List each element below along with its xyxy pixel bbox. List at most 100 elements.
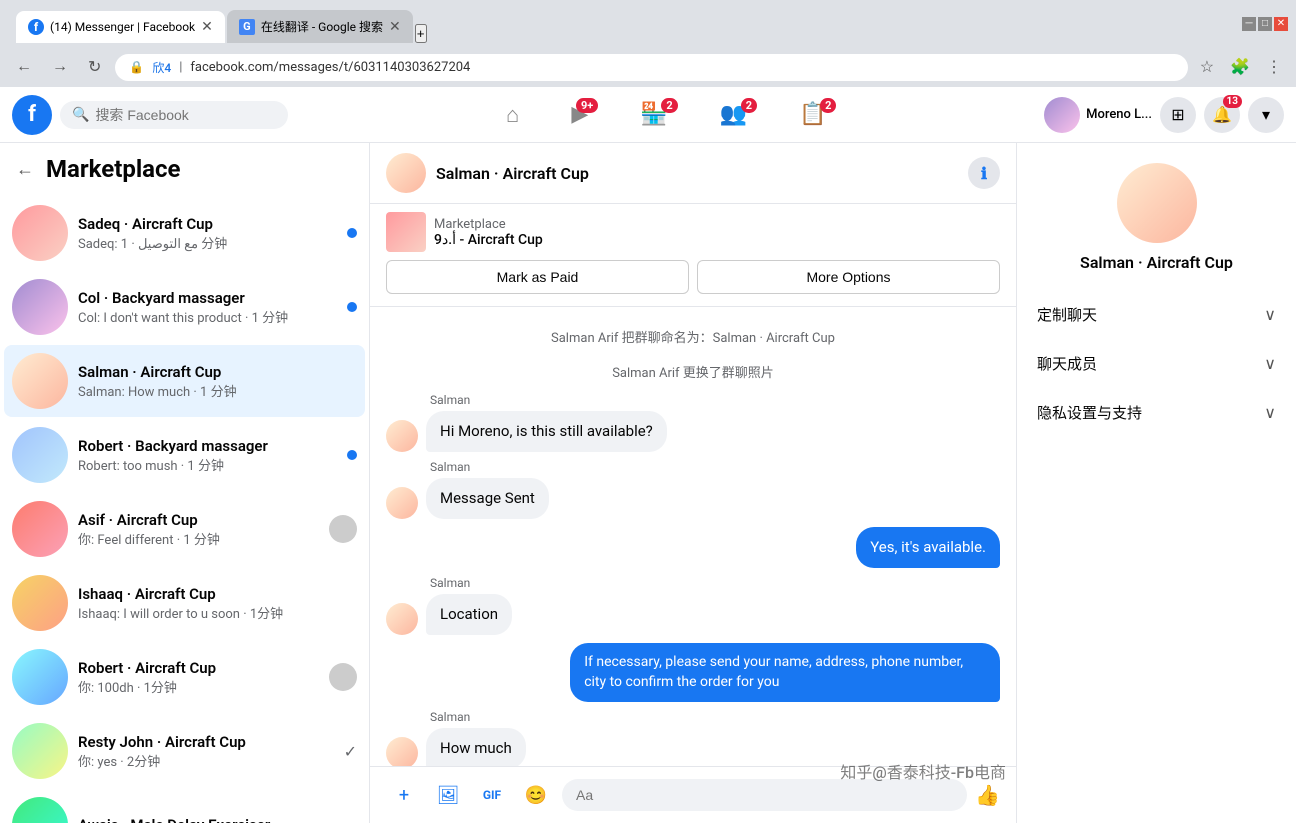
sidebar-back-button[interactable]: ← bbox=[16, 159, 34, 180]
refresh-button[interactable]: ↻ bbox=[82, 53, 107, 81]
marketplace-listing: Marketplace 9أ.د - Aircraft Cup bbox=[386, 212, 1000, 252]
conv-info: Salman · Aircraft Cup Salman: How much ·… bbox=[78, 363, 347, 400]
right-section-label: 隐私设置与支持 bbox=[1037, 402, 1142, 423]
conv-right bbox=[329, 663, 357, 691]
message-bubble: Location bbox=[426, 594, 512, 635]
search-icon: 🔍 bbox=[72, 107, 89, 123]
listing-thumbnail bbox=[386, 212, 426, 252]
nav-marketplace[interactable]: 🏪 2 bbox=[616, 94, 691, 136]
right-profile-avatar bbox=[1117, 163, 1197, 243]
conversation-list: Sadeq · Aircraft Cup Sadeq: مع التوصيل ·… bbox=[0, 195, 369, 823]
window-close-button[interactable]: ✕ bbox=[1274, 17, 1288, 31]
chat-messages: Salman Arif 把群聊命名为：Salman · Aircraft Cup… bbox=[370, 307, 1016, 766]
conv-preview: Ishaaq: I will order to u soon · 1分钟 bbox=[78, 603, 347, 622]
message-row-outgoing: Yes, it's available. bbox=[386, 527, 1000, 568]
conversation-item-sadeq[interactable]: Sadeq · Aircraft Cup Sadeq: مع التوصيل ·… bbox=[4, 197, 365, 269]
message-row-outgoing: If necessary, please send your name, add… bbox=[386, 643, 1000, 702]
conversation-item-col[interactable]: Col · Backyard massager Col: I don't wan… bbox=[4, 271, 365, 343]
dropdown-button[interactable]: ▾ bbox=[1248, 97, 1284, 133]
message-avatar bbox=[386, 420, 418, 452]
conv-preview: Sadeq: مع التوصيل · 1 分钟 bbox=[78, 233, 337, 252]
grid-button[interactable]: ⊞ bbox=[1160, 97, 1196, 133]
conv-preview: Salman: How much · 1 分钟 bbox=[78, 381, 347, 400]
chat-avatar bbox=[386, 153, 426, 193]
message-sender: Salman bbox=[386, 710, 1000, 724]
right-section-privacy[interactable]: 隐私设置与支持 ∨ bbox=[1025, 388, 1288, 437]
avatar bbox=[12, 501, 68, 557]
avatar bbox=[12, 353, 68, 409]
conv-info: Robert · Backyard massager Robert: too m… bbox=[78, 437, 337, 474]
tab-favicon-google: G bbox=[239, 19, 255, 35]
marketplace-listing-bar: Marketplace 9أ.د - Aircraft Cup Mark as … bbox=[370, 204, 1016, 307]
tab-close-messenger[interactable]: ✕ bbox=[201, 19, 213, 35]
avatar bbox=[12, 575, 68, 631]
extensions-button[interactable]: 🧩 bbox=[1226, 53, 1254, 81]
system-message: Salman Arif 更换了群聊照片 bbox=[386, 358, 1000, 385]
conversation-item-robert-aircraft[interactable]: Robert · Aircraft Cup 你: 100dh · 1分钟 bbox=[4, 641, 365, 713]
window-minimize-button[interactable]: ─ bbox=[1242, 17, 1256, 31]
conv-right bbox=[347, 302, 357, 312]
message-sender: Salman bbox=[386, 576, 1000, 590]
friends-badge: 2 bbox=[741, 98, 757, 113]
chat-info-button[interactable]: ℹ bbox=[968, 157, 1000, 189]
profile-button[interactable]: Moreno L... bbox=[1044, 97, 1152, 133]
chat-header-info: Salman · Aircraft Cup bbox=[436, 164, 958, 183]
address-separator: | bbox=[179, 60, 182, 75]
nav-video[interactable]: ▶ 9+ bbox=[547, 94, 612, 136]
grid-icon: ⊞ bbox=[1171, 105, 1184, 124]
back-button[interactable]: ← bbox=[10, 54, 38, 80]
more-options-button[interactable]: More Options bbox=[697, 260, 1000, 294]
secure-label: 欣4 bbox=[152, 59, 171, 76]
listing-name: 9أ.د - Aircraft Cup bbox=[434, 232, 1000, 248]
conv-right bbox=[347, 228, 357, 238]
tab-translate[interactable]: G 在线翻译 - Google 搜索 ✕ bbox=[227, 10, 413, 43]
message-avatar bbox=[386, 487, 418, 519]
chevron-down-icon: ∨ bbox=[1264, 403, 1276, 422]
read-receipt-avatar bbox=[329, 663, 357, 691]
conversation-sidebar: ← Marketplace Sadeq · Aircraft Cup Sadeq… bbox=[0, 143, 370, 823]
conv-name: Ishaaq · Aircraft Cup bbox=[78, 585, 347, 603]
conversation-item-resty[interactable]: Resty John · Aircraft Cup 你: yes · 2分钟 ✓ bbox=[4, 715, 365, 787]
conversation-item-salman[interactable]: Salman · Aircraft Cup Salman: How much ·… bbox=[4, 345, 365, 417]
forward-button[interactable]: → bbox=[46, 54, 74, 80]
marketplace-badge: 2 bbox=[661, 98, 677, 113]
url-text: facebook.com/messages/t/6031140303627204 bbox=[190, 60, 1173, 75]
conversation-item-ishaaq[interactable]: Ishaaq · Aircraft Cup Ishaaq: I will ord… bbox=[4, 567, 365, 639]
avatar bbox=[1044, 97, 1080, 133]
address-bar[interactable]: 🔒 欣4 | facebook.com/messages/t/603114030… bbox=[115, 54, 1187, 81]
message-avatar bbox=[386, 603, 418, 635]
nav-friends[interactable]: 👥 2 bbox=[696, 94, 771, 136]
conv-name: Asif · Aircraft Cup bbox=[78, 511, 319, 529]
mark-paid-button[interactable]: Mark as Paid bbox=[386, 260, 689, 294]
conv-info: Sadeq · Aircraft Cup Sadeq: مع التوصيل ·… bbox=[78, 215, 337, 252]
search-input[interactable] bbox=[95, 107, 276, 123]
tab-close-translate[interactable]: ✕ bbox=[389, 19, 401, 35]
home-icon: ⌂ bbox=[506, 102, 519, 128]
nav-pages[interactable]: 📋 2 bbox=[775, 94, 850, 136]
conversation-item-robert-backyard[interactable]: Robert · Backyard massager Robert: too m… bbox=[4, 419, 365, 491]
sidebar-header: ← Marketplace bbox=[0, 143, 369, 195]
right-section-chat-members[interactable]: 聊天成员 ∨ bbox=[1025, 339, 1288, 388]
right-panel: Salman · Aircraft Cup 定制聊天 ∨ 聊天成员 ∨ 隐私设置… bbox=[1016, 143, 1296, 823]
message-input[interactable] bbox=[562, 779, 967, 811]
main-navigation: ⌂ ▶ 9+ 🏪 2 👥 2 📋 2 bbox=[482, 94, 850, 136]
conversation-item-awais[interactable]: Awais · Male Delay Exerciser bbox=[4, 789, 365, 823]
window-maximize-button[interactable]: □ bbox=[1258, 17, 1272, 31]
nav-home[interactable]: ⌂ bbox=[482, 94, 543, 136]
new-tab-button[interactable]: + bbox=[415, 24, 427, 43]
tab-title-messenger: (14) Messenger | Facebook bbox=[50, 20, 195, 34]
right-section-custom-chat[interactable]: 定制聊天 ∨ bbox=[1025, 290, 1288, 339]
conv-preview: Robert: too mush · 1 分钟 bbox=[78, 455, 337, 474]
bookmark-button[interactable]: ☆ bbox=[1196, 53, 1218, 81]
tab-messenger[interactable]: f (14) Messenger | Facebook ✕ bbox=[16, 11, 225, 43]
read-receipt-avatar bbox=[329, 515, 357, 543]
listing-info: Marketplace 9أ.د - Aircraft Cup bbox=[434, 217, 1000, 248]
search-bar[interactable]: 🔍 bbox=[60, 101, 288, 129]
like-send-button[interactable]: 👍 bbox=[975, 783, 1000, 807]
avatar bbox=[12, 797, 68, 823]
notifications-button[interactable]: 🔔 13 bbox=[1204, 97, 1240, 133]
conversation-item-asif[interactable]: Asif · Aircraft Cup 你: Feel different · … bbox=[4, 493, 365, 565]
browser-menu-button[interactable]: ⋮ bbox=[1262, 53, 1286, 81]
conv-name: Robert · Aircraft Cup bbox=[78, 659, 319, 677]
conv-preview: 你: Feel different · 1 分钟 bbox=[78, 529, 319, 548]
